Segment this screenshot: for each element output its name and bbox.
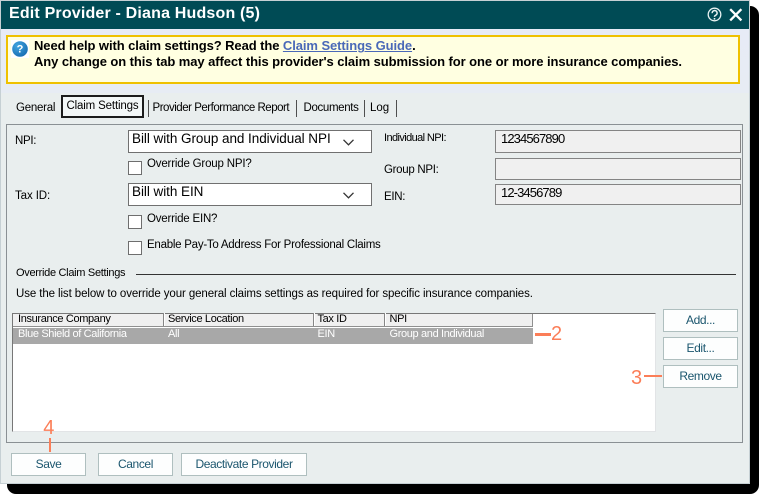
svg-text:?: ?: [17, 44, 24, 56]
